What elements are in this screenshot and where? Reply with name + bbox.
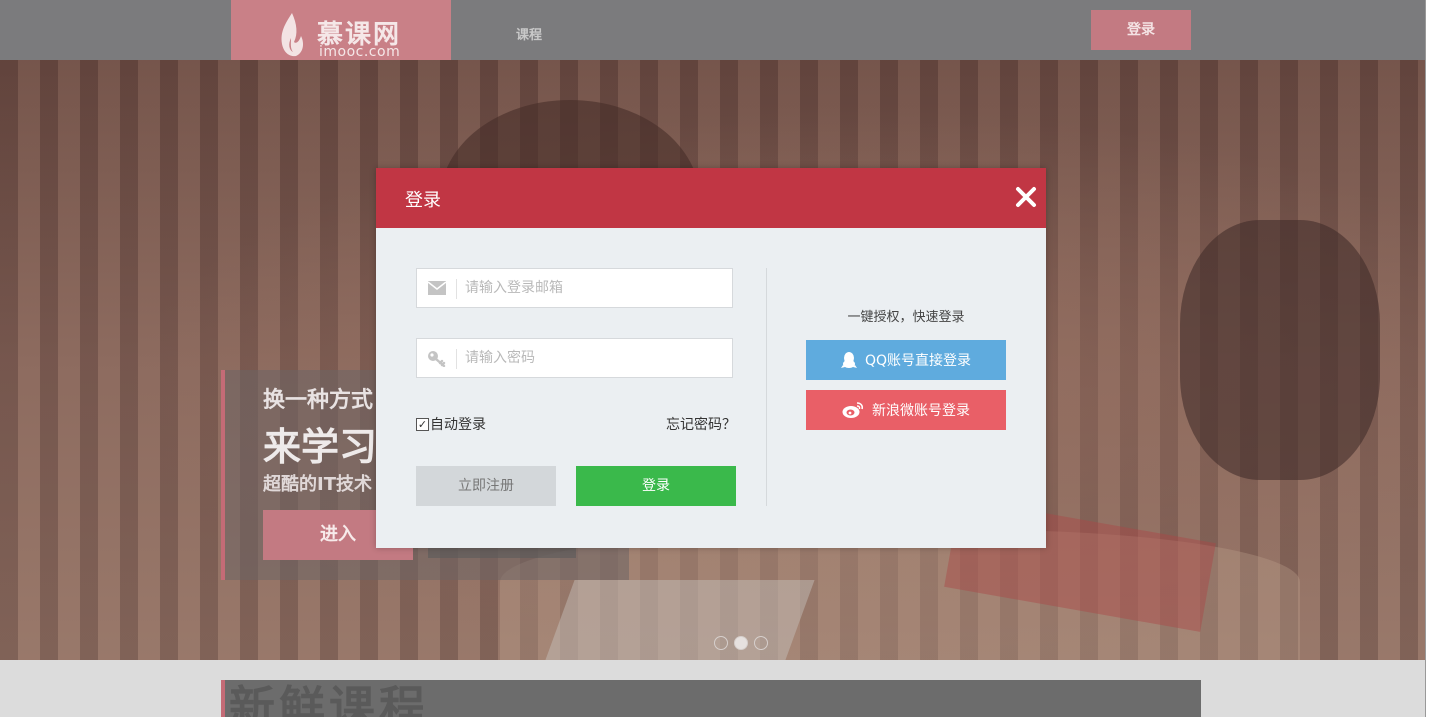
auto-login-checkbox[interactable]: ✓ 自动登录 [416,414,486,434]
login-submit-button[interactable]: 登录 [576,466,736,506]
weibo-login-label: 新浪微账号登录 [872,403,970,419]
oneclick-login-text: 一键授权，快速登录 [847,310,965,325]
weibo-icon [842,402,864,418]
new-courses-section: 新鲜课程 [0,660,1425,717]
site-header: 慕课网 imooc.com 课程 登录 [0,0,1425,80]
qq-penguin-icon [840,352,857,368]
auto-login-label: 自动登录 [430,417,486,433]
login-modal: 登录 ✓ 自动登录 忘记密码？ 立 [376,168,1046,548]
close-icon[interactable] [1013,184,1039,210]
password-field[interactable] [416,338,733,378]
qq-login-label: QQ账号直接登录 [864,353,972,369]
header-login-button[interactable]: 登录 [1091,10,1191,50]
modal-divider [766,268,767,506]
hero-photo-person-right [1180,220,1380,480]
hero-photo-laptop [545,580,815,660]
modal-header: 登录 [376,168,1046,228]
carousel-dot-2[interactable] [734,636,748,650]
hero-line-1: 换一种方式 [263,388,374,413]
forgot-password-link[interactable]: 忘记密码？ [666,414,736,434]
flame-icon [281,13,304,57]
new-courses-title: 新鲜课程 [229,681,429,717]
key-icon [428,351,446,367]
modal-title: 登录 [405,190,441,211]
carousel-dots [714,636,768,650]
hero-line-2: 来学习 [263,425,378,469]
field-separator [456,349,457,369]
qq-login-button[interactable]: QQ账号直接登录 [806,340,1006,380]
hero-line-3: 超酷的IT技术 [263,474,372,495]
field-separator [456,279,457,299]
logo-domain: imooc.com [319,44,401,60]
weibo-login-button[interactable]: 新浪微账号登录 [806,390,1006,430]
scrollbar-edge [1425,0,1429,717]
new-courses-header: 新鲜课程 [221,680,1201,717]
password-input[interactable] [465,339,725,377]
page: 慕课网 imooc.com 课程 登录 换一种方式 来学习 超酷的IT技术 进入… [0,0,1429,717]
carousel-dot-3[interactable] [754,636,768,650]
email-field[interactable] [416,268,733,308]
register-button[interactable]: 立即注册 [416,466,556,506]
checkbox-checked-icon[interactable]: ✓ [416,417,429,431]
envelope-icon [427,281,447,295]
carousel-dot-1[interactable] [714,636,728,650]
email-input[interactable] [465,269,725,307]
nav-courses-link[interactable]: 课程 [516,24,542,43]
